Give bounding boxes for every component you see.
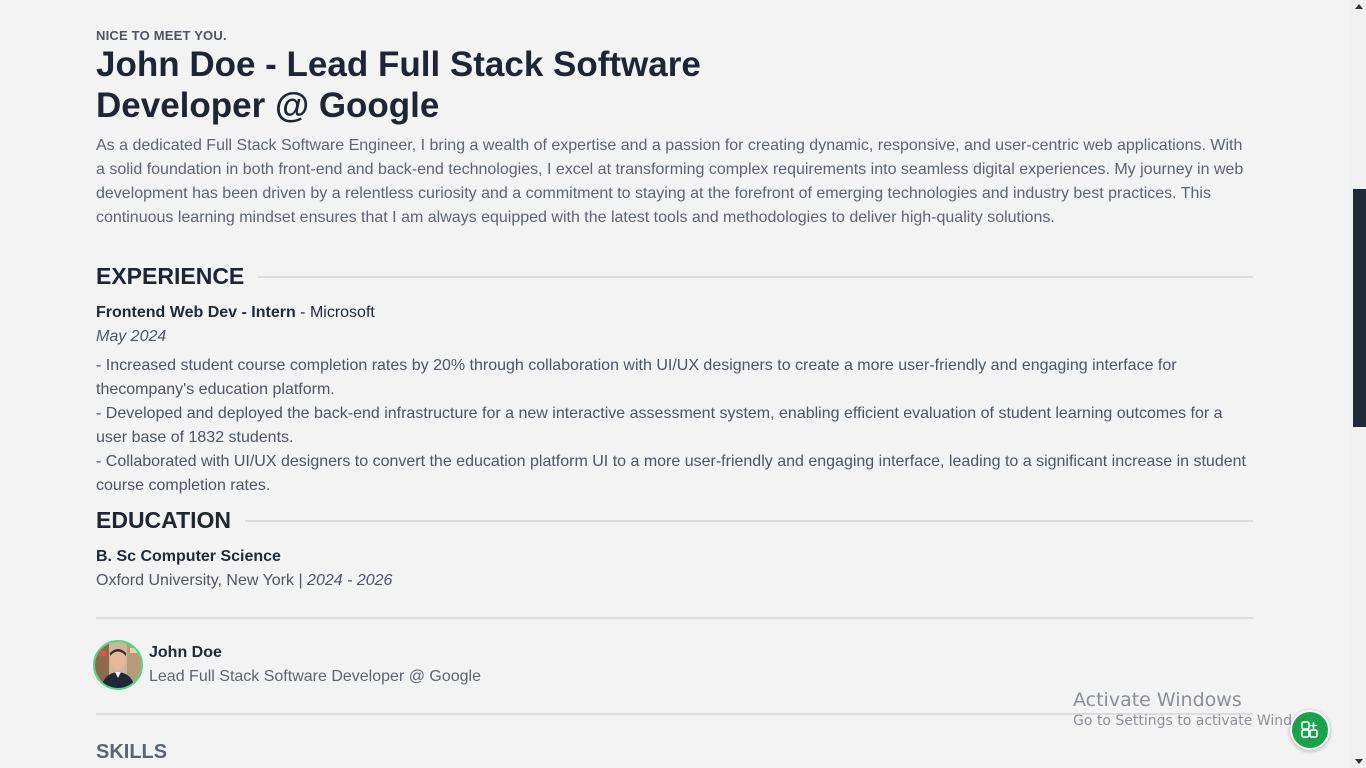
- school-name: Oxford University, New York |: [96, 572, 308, 589]
- vertical-scrollbar[interactable]: [1351, 0, 1366, 768]
- bio-paragraph: As a dedicated Full Stack Software Engin…: [96, 137, 1244, 226]
- experience-bullets: - Increased student course completion ra…: [96, 354, 1253, 498]
- experience-section-header: EXPERIENCE: [96, 263, 1253, 290]
- experience-bullet: - Collaborated with UI/UX designers to c…: [96, 453, 1246, 494]
- avatar-photo-icon: [95, 642, 141, 688]
- apps-fab-button[interactable]: [1290, 710, 1330, 750]
- skills-heading: SKILLS: [96, 741, 168, 763]
- education-years: 2024 - 2026: [307, 572, 393, 589]
- profile-divider-top: [96, 617, 1253, 619]
- experience-role: Frontend Web Dev - Intern - Microsoft: [96, 304, 375, 322]
- intro-eyebrow: NICE TO MEET YOU.: [96, 28, 227, 43]
- profile-role: Lead Full Stack Software Developer @ Goo…: [149, 668, 481, 685]
- role-date: May 2024: [96, 328, 167, 345]
- experience-heading: EXPERIENCE: [96, 263, 245, 289]
- windows-activation-watermark: Activate Windows Go to Settings to activ…: [1073, 689, 1324, 731]
- apps-plus-icon: [1301, 721, 1318, 738]
- education-heading: EDUCATION: [96, 507, 232, 533]
- page-title: John Doe - Lead Full Stack Software Deve…: [96, 45, 701, 125]
- experience-bullet: - Developed and deployed the back-end in…: [96, 405, 1223, 446]
- scrollbar-thumb[interactable]: [1353, 189, 1366, 427]
- education-divider: [245, 519, 1253, 522]
- role-title: Frontend Web Dev - Intern: [96, 304, 296, 321]
- scroll-up-icon[interactable]: [1355, 4, 1363, 9]
- watermark-subtitle: Go to Settings to activate Windows.: [1073, 713, 1324, 729]
- profile-name: John Doe: [149, 644, 222, 661]
- profile-card: John Doe Lead Full Stack Software Develo…: [93, 640, 481, 690]
- role-separator: -: [295, 304, 310, 321]
- education-section-header: EDUCATION: [96, 507, 1253, 534]
- experience-divider: [258, 275, 1253, 278]
- education-degree: B. Sc Computer Science: [96, 548, 281, 565]
- experience-bullet: - Increased student course completion ra…: [96, 357, 1177, 398]
- education-school: Oxford University, New York | 2024 - 202…: [96, 572, 392, 590]
- avatar: [93, 640, 143, 690]
- role-company: Microsoft: [309, 304, 375, 321]
- profile-text: John Doe Lead Full Stack Software Develo…: [149, 641, 481, 689]
- watermark-title: Activate Windows: [1073, 689, 1242, 711]
- scroll-down-icon[interactable]: [1355, 759, 1363, 764]
- resume-page: NICE TO MEET YOU. John Doe - Lead Full S…: [0, 0, 1366, 768]
